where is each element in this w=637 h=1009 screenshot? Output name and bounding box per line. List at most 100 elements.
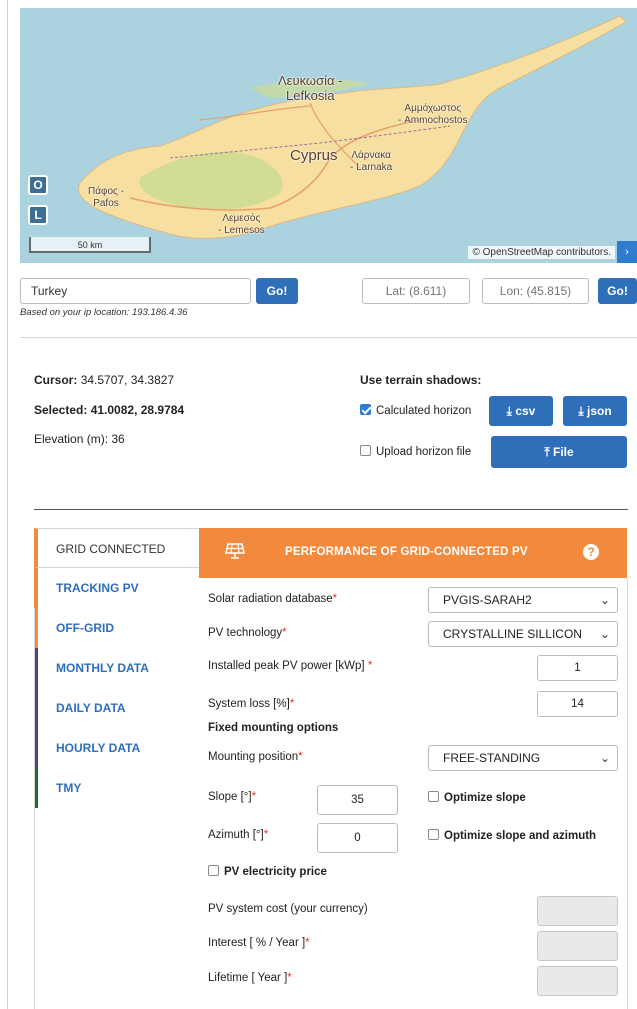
panel-right-rule (627, 578, 628, 1009)
azimuth-input[interactable]: 0 (317, 823, 398, 853)
panel-title: PERFORMANCE OF GRID-CONNECTED PV (285, 546, 528, 558)
zoom-out-button[interactable]: L (28, 205, 48, 225)
cursor-label: Cursor: (34, 373, 78, 387)
system-loss-label: System loss [%]* (208, 698, 294, 710)
selected-label: Selected: (34, 403, 88, 417)
panel-header: PERFORMANCE OF GRID-CONNECTED PV ? (199, 528, 627, 578)
cyprus-map-graphic (20, 8, 637, 263)
download-csv-button[interactable]: ⤓ csv (489, 396, 553, 426)
chevron-down-icon: ⌄ (599, 593, 610, 607)
attribution-toggle-button[interactable]: › (617, 241, 637, 263)
required-mark: * (367, 660, 373, 672)
pv-tech-text: PV technology (208, 627, 283, 639)
pv-price-checkbox[interactable]: PV electricity price (208, 865, 327, 878)
checkbox-unchecked-icon[interactable] (360, 445, 371, 456)
lifetime-text: Lifetime [ Year ] (208, 972, 288, 984)
radiation-db-select[interactable]: PVGIS-SARAH2 ⌄ (428, 587, 618, 613)
download-icon: ⤓ (578, 404, 584, 418)
tab-tmy[interactable]: TMY (34, 768, 201, 808)
lat-input[interactable] (362, 278, 470, 304)
tab-daily-data[interactable]: DAILY DATA (34, 688, 201, 728)
pv-cost-label: PV system cost (your currency) (208, 903, 368, 915)
required-mark: * (263, 829, 269, 841)
mounting-position-select[interactable]: FREE-STANDING ⌄ (428, 745, 618, 771)
cursor-readout: Cursor: 34.5707, 34.3827 (34, 373, 174, 387)
elevation-readout: Elevation (m): 36 (34, 432, 125, 446)
coords-go-button[interactable]: Go! (598, 278, 637, 304)
map-label-country: Cyprus (290, 147, 338, 164)
map-label-limassol: Λεμεσός - Lemesos (218, 213, 265, 236)
page-left-rule (7, 0, 8, 1009)
solar-panel-icon (225, 543, 245, 559)
terrain-shadows-title: Use terrain shadows: (360, 373, 482, 387)
section-divider-top (20, 337, 637, 338)
tab-tracking-pv[interactable]: TRACKING PV (34, 568, 201, 608)
calculated-horizon-checkbox[interactable]: Calculated horizon (360, 404, 471, 417)
required-mark: * (287, 972, 292, 984)
upload-icon: ⤒ (544, 445, 550, 459)
optimize-slope-label: Optimize slope (444, 792, 526, 804)
slope-text: Slope [°] (208, 791, 252, 803)
pv-cost-input (537, 896, 618, 926)
upload-file-button[interactable]: ⤒ File (491, 436, 627, 468)
pv-tech-value: CRYSTALLINE SILLICON (443, 627, 582, 641)
checkbox-checked-icon[interactable] (360, 404, 371, 415)
optimize-slope-checkbox[interactable]: Optimize slope (428, 791, 526, 804)
tabs-bottom-rule (34, 608, 35, 1009)
download-json-button[interactable]: ⤓ json (563, 396, 627, 426)
upload-horizon-checkbox[interactable]: Upload horizon file (360, 445, 471, 458)
interest-label: Interest [ % / Year ]* (208, 937, 310, 949)
help-icon[interactable]: ? (583, 544, 599, 560)
zoom-in-button[interactable]: O (28, 175, 48, 195)
tab-monthly-data[interactable]: MONTHLY DATA (34, 648, 201, 688)
location-go-button[interactable]: Go! (256, 278, 298, 304)
required-mark: * (251, 791, 257, 803)
upload-horizon-label: Upload horizon file (376, 446, 472, 458)
checkbox-unchecked-icon[interactable] (428, 791, 439, 802)
slope-input[interactable]: 35 (317, 785, 398, 815)
checkbox-unchecked-icon[interactable] (428, 829, 439, 840)
json-label: json (586, 404, 612, 418)
checkbox-unchecked-icon[interactable] (208, 865, 219, 876)
optimize-slope-azimuth-label: Optimize slope and azimuth (444, 830, 597, 842)
mounting-position-value: FREE-STANDING (443, 751, 541, 765)
required-mark: * (305, 937, 310, 949)
selected-readout: Selected: 41.0082, 28.9784 (34, 403, 184, 417)
required-mark: * (332, 593, 338, 605)
mounting-position-label: Mounting position* (208, 751, 303, 763)
lifetime-label: Lifetime [ Year ]* (208, 972, 292, 984)
interest-input (537, 931, 618, 961)
section-divider-middle (34, 509, 628, 510)
tab-off-grid[interactable]: OFF-GRID (34, 608, 201, 648)
radiation-db-label: Solar radiation database* (208, 593, 337, 605)
csv-label: csv (515, 404, 536, 418)
fixed-mounting-heading: Fixed mounting options (208, 722, 339, 734)
required-mark: * (289, 698, 295, 710)
chevron-down-icon: ⌄ (599, 751, 610, 765)
map-label-larnaka: Λάρνακα - Larnaka (350, 150, 393, 173)
mounting-position-text: Mounting position (208, 751, 299, 763)
download-icon: ⤓ (506, 404, 512, 418)
map-view[interactable]: Λευκωσία - Lefkosia Αμμόχωστος - Ammochost… (20, 8, 637, 263)
calculated-horizon-label: Calculated horizon (376, 405, 472, 417)
radiation-db-text: Solar radiation database (208, 593, 333, 605)
cursor-value: 34.5707, 34.3827 (80, 373, 175, 387)
ip-location-note: Based on your ip location: 193.186.4.36 (20, 307, 188, 318)
tab-hourly-data[interactable]: HOURLY DATA (34, 728, 201, 768)
map-scale-bar: 50 km (29, 237, 151, 253)
optimize-slope-azimuth-checkbox[interactable]: Optimize slope and azimuth (428, 829, 596, 842)
peak-power-input[interactable]: 1 (537, 655, 618, 681)
pv-tech-label: PV technology* (208, 627, 287, 639)
system-loss-input[interactable]: 14 (537, 691, 618, 717)
slope-label: Slope [°]* (208, 791, 256, 803)
location-search-input[interactable] (20, 278, 251, 304)
pv-tech-select[interactable]: CRYSTALLINE SILLICON ⌄ (428, 621, 618, 647)
tab-grid-connected[interactable]: GRID CONNECTED (34, 528, 201, 568)
interest-text: Interest [ % / Year ] (208, 937, 306, 949)
lon-input[interactable] (482, 278, 589, 304)
azimuth-label: Azimuth [°]* (208, 829, 268, 841)
map-attribution[interactable]: © OpenStreetMap contributors. (468, 246, 615, 259)
peak-power-text: Installed peak PV power [kWp] (208, 660, 368, 672)
pv-price-label: PV electricity price (224, 866, 327, 878)
map-label-famagusta: Αμμόχωστος - Ammochostos (398, 103, 468, 126)
